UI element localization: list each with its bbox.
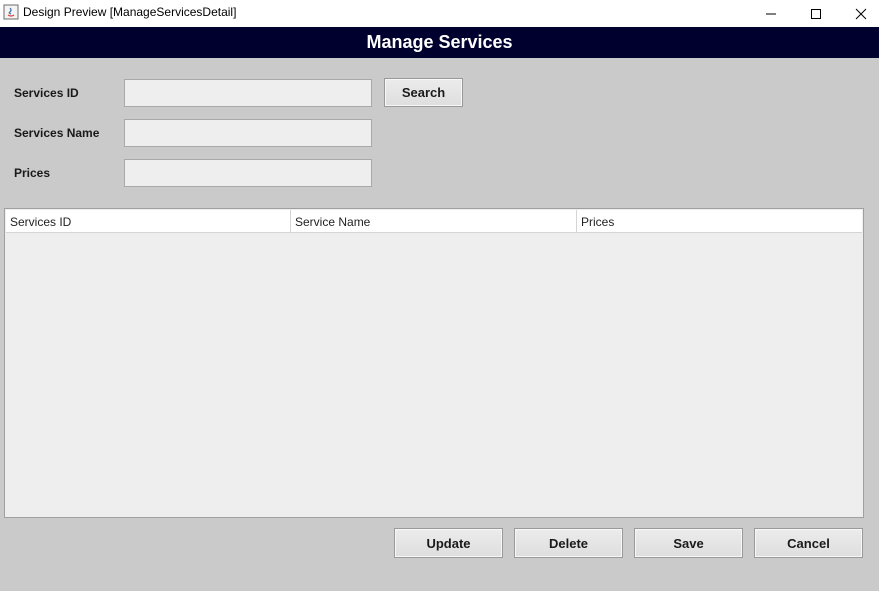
column-header-service-name[interactable]: Service Name (291, 210, 577, 233)
java-app-icon (3, 4, 19, 20)
page-title: Manage Services (366, 32, 513, 52)
prices-input[interactable] (124, 159, 372, 187)
services-table[interactable]: Services ID Service Name Prices (4, 208, 864, 518)
close-icon (855, 8, 867, 19)
services-name-label: Services Name (14, 126, 100, 140)
prices-label: Prices (14, 166, 51, 180)
search-button[interactable]: Search (384, 78, 463, 107)
maximize-button[interactable] (793, 0, 839, 27)
header-banner: Manage Services (0, 27, 879, 58)
cancel-button[interactable]: Cancel (754, 528, 863, 558)
minimize-icon (766, 13, 776, 14)
window-titlebar: Design Preview [ManageServicesDetail] (0, 0, 879, 27)
services-id-label: Services ID (14, 86, 79, 100)
window-title: Design Preview [ManageServicesDetail] (23, 5, 237, 19)
services-name-input[interactable] (124, 119, 372, 147)
delete-button[interactable]: Delete (514, 528, 623, 558)
table-header: Services ID Service Name Prices (6, 210, 862, 233)
column-header-prices[interactable]: Prices (577, 210, 862, 233)
services-id-input[interactable] (124, 79, 372, 107)
update-button[interactable]: Update (394, 528, 503, 558)
maximize-icon (811, 8, 821, 19)
close-button[interactable] (838, 0, 879, 27)
column-header-services-id[interactable]: Services ID (6, 210, 291, 233)
minimize-button[interactable] (748, 0, 794, 27)
save-button[interactable]: Save (634, 528, 743, 558)
content-panel: Manage Services Services ID Search Servi… (0, 27, 879, 591)
